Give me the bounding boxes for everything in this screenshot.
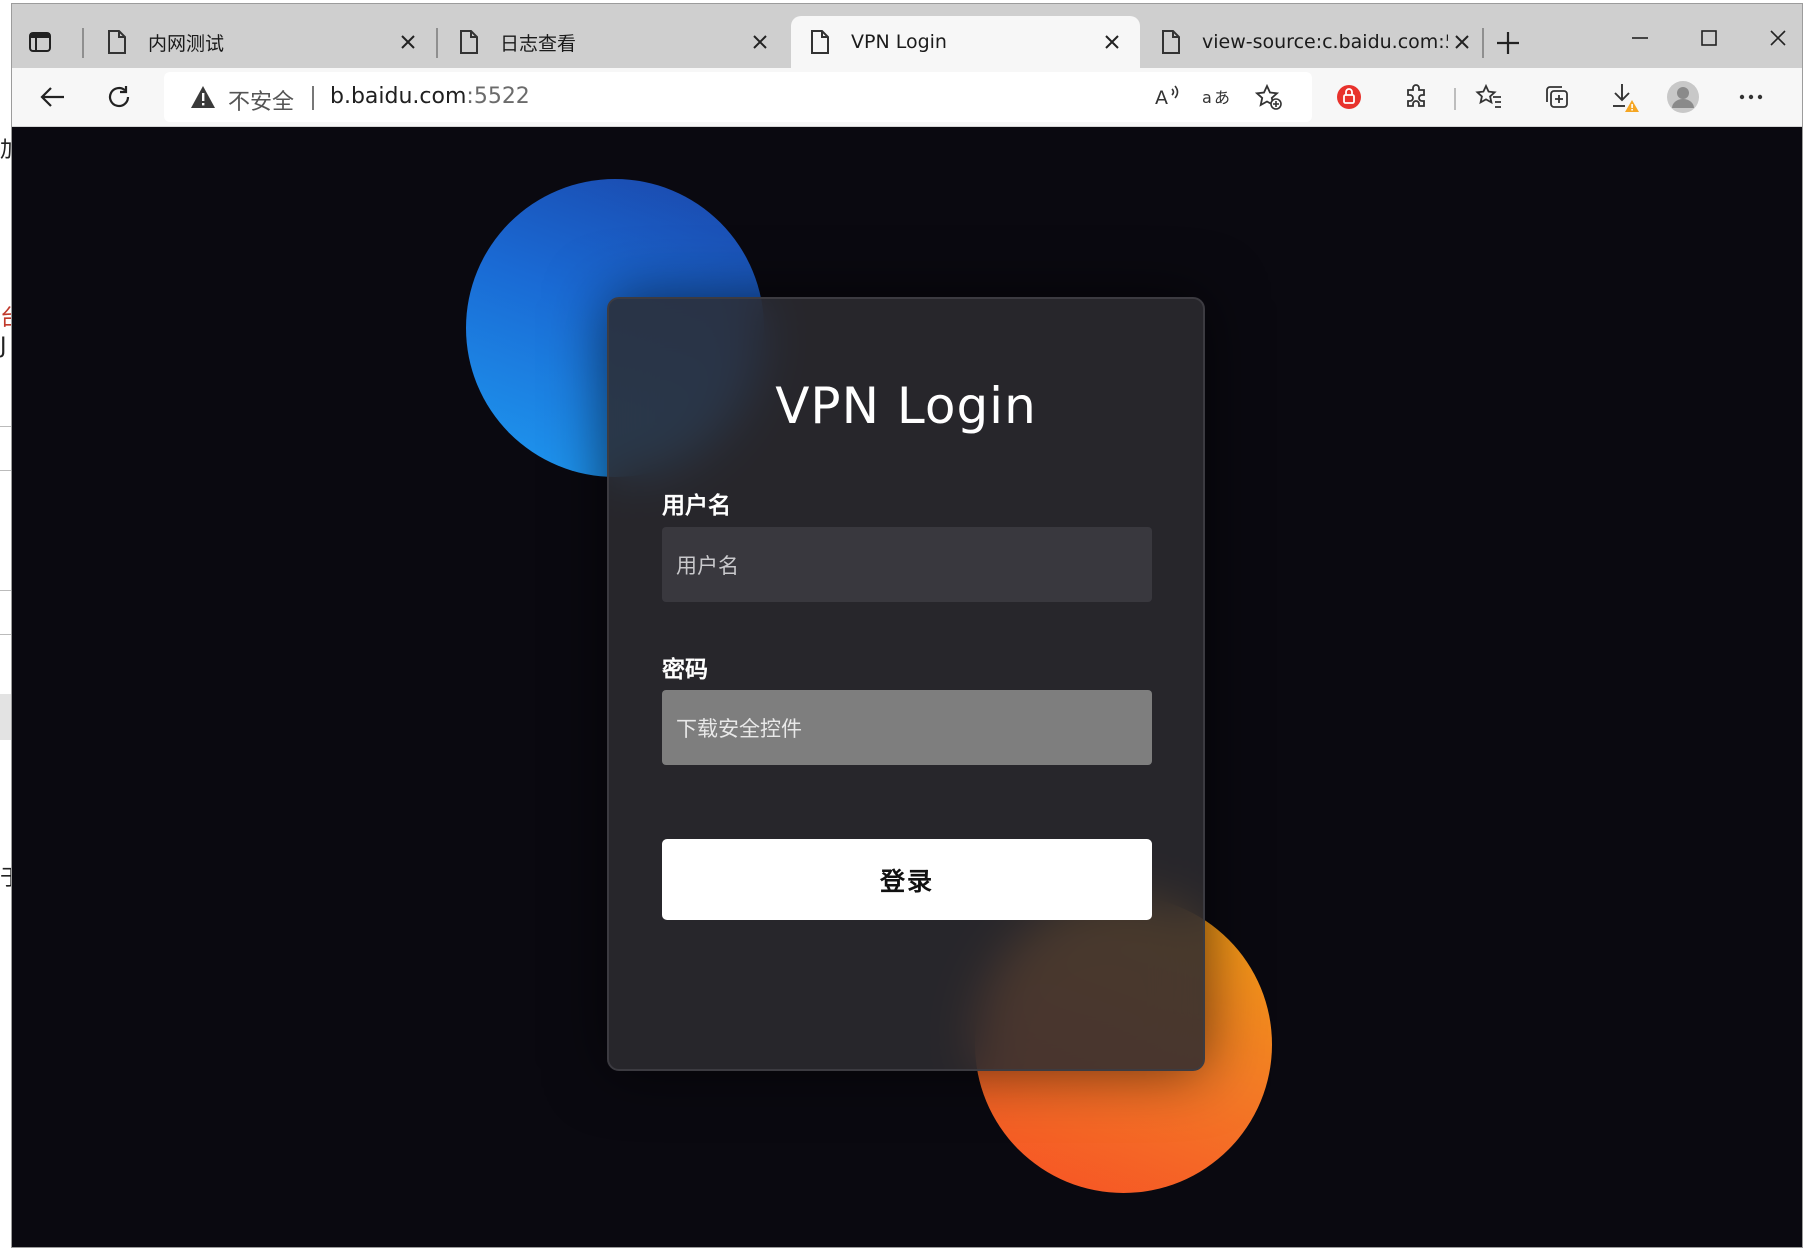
tab-separator bbox=[436, 28, 438, 58]
tab-actions-icon[interactable] bbox=[28, 30, 52, 54]
page-icon bbox=[458, 29, 480, 55]
warning-icon[interactable] bbox=[190, 84, 216, 110]
translate-icon[interactable]: aあ bbox=[1196, 78, 1234, 116]
close-icon[interactable] bbox=[746, 28, 774, 56]
new-tab-icon[interactable] bbox=[1494, 29, 1522, 57]
tab-intranet-test[interactable]: 内网测试 bbox=[88, 16, 436, 68]
browser-toolbar: 不安全 b.baidu.com:5522 A aあ bbox=[12, 68, 1802, 127]
svg-text:a: a bbox=[1202, 88, 1212, 107]
toolbar-separator bbox=[1454, 88, 1456, 110]
read-aloud-icon[interactable]: A bbox=[1148, 78, 1186, 116]
downloads-icon[interactable] bbox=[1606, 78, 1644, 116]
extension-badge-icon[interactable] bbox=[1330, 78, 1368, 116]
profile-avatar-icon[interactable] bbox=[1664, 78, 1702, 116]
tab-title: VPN Login bbox=[851, 31, 947, 53]
refresh-icon[interactable] bbox=[100, 78, 138, 116]
tab-title: view-source:c.baidu.com:5522 bbox=[1202, 31, 1448, 53]
page-icon bbox=[106, 29, 128, 55]
address-bar[interactable]: 不安全 b.baidu.com:5522 A aあ bbox=[164, 72, 1312, 122]
favorites-icon[interactable] bbox=[1470, 78, 1508, 116]
username-placeholder: 用户名 bbox=[676, 553, 739, 578]
tab-log-viewer[interactable]: 日志查看 bbox=[440, 16, 788, 68]
url-host: b.baidu.com bbox=[330, 84, 467, 109]
close-icon[interactable] bbox=[1098, 28, 1126, 56]
login-title: VPN Login bbox=[775, 377, 1037, 435]
tab-vpn-login[interactable]: VPN Login bbox=[791, 16, 1140, 68]
tab-strip: 内网测试 日志查看 VPN Login view-source:c.baidu.… bbox=[12, 4, 1802, 68]
url-text[interactable]: b.baidu.com:5522 bbox=[330, 84, 530, 109]
window-close-icon[interactable] bbox=[1760, 22, 1796, 54]
tab-view-source[interactable]: view-source:c.baidu.com:5522 bbox=[1142, 16, 1490, 68]
browser-window: 内网测试 日志查看 VPN Login view-source:c.baidu.… bbox=[11, 3, 1803, 1248]
login-button[interactable]: 登录 bbox=[662, 839, 1152, 920]
username-input[interactable]: 用户名 bbox=[662, 527, 1152, 602]
security-status-label[interactable]: 不安全 bbox=[228, 84, 294, 116]
svg-text:A: A bbox=[1155, 87, 1168, 109]
url-port: :5522 bbox=[466, 84, 530, 109]
close-icon[interactable] bbox=[1448, 28, 1476, 56]
tab-title: 内网测试 bbox=[148, 32, 225, 55]
username-label: 用户名 bbox=[662, 493, 731, 519]
page-content: VPN Login 用户名 用户名 密码 下载安全控件 登录 bbox=[12, 127, 1802, 1247]
svg-text:あ: あ bbox=[1214, 88, 1230, 107]
extensions-icon[interactable] bbox=[1398, 78, 1436, 116]
password-label: 密码 bbox=[662, 657, 708, 683]
page-icon bbox=[1160, 29, 1182, 55]
tab-title: 日志查看 bbox=[500, 32, 577, 55]
more-options-icon[interactable] bbox=[1732, 78, 1770, 116]
back-icon[interactable] bbox=[34, 78, 72, 116]
tab-separator bbox=[82, 28, 84, 58]
maximize-icon[interactable] bbox=[1691, 22, 1727, 54]
tab-separator bbox=[1482, 28, 1484, 58]
password-placeholder: 下载安全控件 bbox=[676, 716, 802, 741]
login-card: VPN Login 用户名 用户名 密码 下载安全控件 登录 bbox=[607, 297, 1205, 1071]
page-icon bbox=[809, 29, 831, 55]
password-input[interactable]: 下载安全控件 bbox=[662, 690, 1152, 765]
address-divider bbox=[312, 86, 314, 110]
collections-icon[interactable] bbox=[1538, 78, 1576, 116]
add-favorite-icon[interactable] bbox=[1250, 78, 1288, 116]
minimize-icon[interactable] bbox=[1622, 22, 1658, 54]
close-icon[interactable] bbox=[394, 28, 422, 56]
